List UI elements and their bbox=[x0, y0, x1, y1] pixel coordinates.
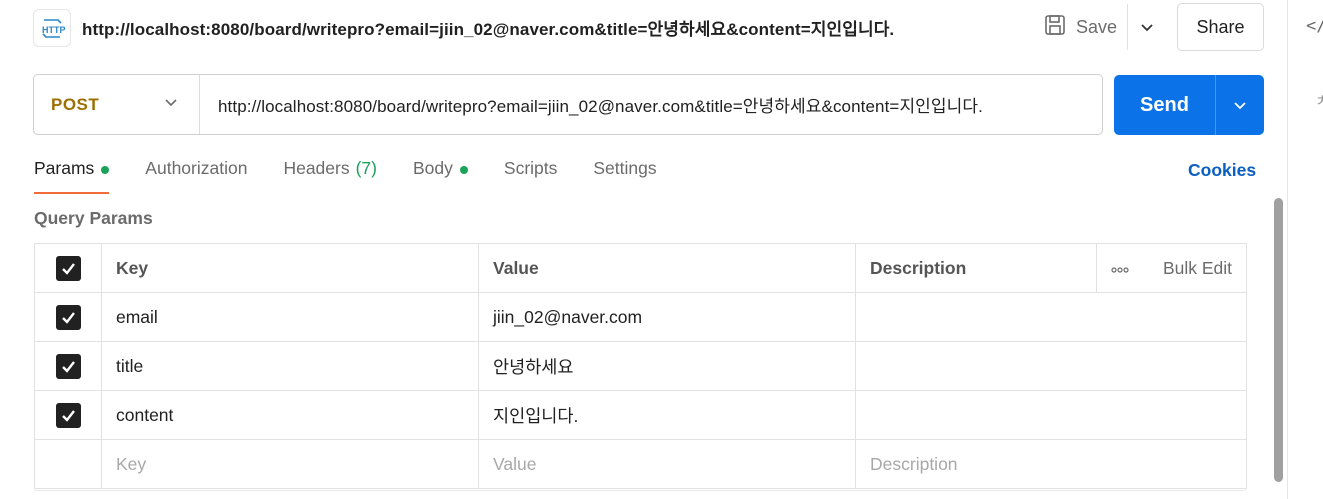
save-label: Save bbox=[1076, 16, 1118, 37]
save-icon bbox=[1044, 14, 1066, 41]
empty-checkbox-cell bbox=[34, 439, 102, 489]
tab-scripts[interactable]: Scripts bbox=[504, 158, 557, 194]
table-header-row: Key Value Description Bulk Edit bbox=[34, 243, 1247, 293]
tab-settings[interactable]: Settings bbox=[593, 158, 656, 194]
tab-label: Scripts bbox=[503, 158, 558, 178]
url-input[interactable]: http://localhost:8080/board/writepro?ema… bbox=[200, 92, 983, 117]
http-icon: HTTP bbox=[33, 9, 71, 47]
status-dot bbox=[459, 166, 468, 174]
bulk-edit-link[interactable]: Bulk Edit bbox=[1163, 258, 1232, 279]
row-checkbox[interactable] bbox=[55, 402, 81, 428]
vertical-scrollbar[interactable] bbox=[1274, 198, 1283, 482]
new-value-input[interactable]: Value bbox=[478, 439, 856, 489]
request-tabs: Params Authorization Headers (7) Body Scr… bbox=[34, 158, 693, 194]
tab-label: Body bbox=[413, 158, 453, 178]
tab-label: Headers bbox=[283, 158, 350, 178]
tab-label: Settings bbox=[593, 158, 657, 178]
more-options-icon[interactable] bbox=[1111, 258, 1129, 279]
svg-text:HTTP: HTTP bbox=[42, 25, 66, 35]
table-row: email jiin_02@naver.com bbox=[34, 292, 1247, 342]
method-label: POST bbox=[51, 94, 100, 114]
value-column-header: Value bbox=[478, 243, 856, 293]
send-options-chevron-down-icon[interactable] bbox=[1216, 75, 1264, 135]
table-row: content 지인입니다. bbox=[34, 390, 1247, 440]
request-title[interactable]: http://localhost:8080/board/writepro?ema… bbox=[82, 15, 894, 40]
tab-params[interactable]: Params bbox=[34, 158, 110, 194]
row-checkbox-cell bbox=[34, 292, 102, 342]
method-select[interactable]: POST bbox=[34, 75, 200, 134]
tab-label: Authorization bbox=[145, 158, 248, 178]
table-row: title 안녕하세요 bbox=[34, 341, 1247, 391]
param-description[interactable] bbox=[855, 292, 1247, 342]
tab-label: Params bbox=[34, 158, 95, 178]
param-value[interactable]: 지인입니다. bbox=[478, 390, 856, 440]
cookies-link[interactable]: Cookies bbox=[1188, 160, 1256, 181]
divider bbox=[34, 490, 1246, 491]
chevron-down-icon bbox=[163, 94, 179, 115]
row-checkbox[interactable] bbox=[55, 304, 81, 330]
param-key[interactable]: content bbox=[101, 390, 479, 440]
row-checkbox[interactable] bbox=[55, 353, 81, 379]
row-checkbox-cell bbox=[34, 341, 102, 391]
query-params-title: Query Params bbox=[34, 208, 153, 228]
bulk-edit-cell: Bulk Edit bbox=[1096, 243, 1247, 293]
new-description-input[interactable]: Description bbox=[855, 439, 1247, 489]
right-panel-border bbox=[1287, 0, 1288, 499]
select-all-cell bbox=[34, 243, 102, 293]
tab-body[interactable]: Body bbox=[413, 158, 468, 194]
status-dot bbox=[101, 166, 110, 174]
send-button-group: Send bbox=[1114, 75, 1264, 135]
save-button[interactable]: Save bbox=[1036, 8, 1125, 46]
param-key[interactable]: title bbox=[101, 341, 479, 391]
right-panel-label: ㅊ bbox=[1315, 93, 1323, 110]
new-key-input[interactable]: Key bbox=[101, 439, 479, 489]
url-bar: POST http://localhost:8080/board/writepr… bbox=[33, 74, 1103, 135]
code-icon[interactable]: </ bbox=[1306, 16, 1323, 36]
description-column-header: Description bbox=[855, 243, 1097, 293]
param-key[interactable]: email bbox=[101, 292, 479, 342]
param-description[interactable] bbox=[855, 341, 1247, 391]
tab-headers[interactable]: Headers (7) bbox=[283, 158, 377, 194]
save-options-chevron-down-icon[interactable] bbox=[1134, 14, 1160, 40]
query-params-table: Key Value Description Bulk Edit email ji… bbox=[34, 243, 1247, 489]
key-column-header: Key bbox=[101, 243, 479, 293]
param-value[interactable]: 안녕하세요 bbox=[478, 341, 856, 391]
select-all-checkbox[interactable] bbox=[55, 255, 81, 281]
param-description[interactable] bbox=[855, 390, 1247, 440]
save-divider bbox=[1127, 4, 1128, 50]
param-value[interactable]: jiin_02@naver.com bbox=[478, 292, 856, 342]
share-button[interactable]: Share bbox=[1177, 3, 1264, 51]
new-param-row: Key Value Description bbox=[34, 439, 1247, 489]
headers-count: (7) bbox=[355, 158, 377, 178]
send-button[interactable]: Send bbox=[1114, 75, 1215, 135]
row-checkbox-cell bbox=[34, 390, 102, 440]
tab-authorization[interactable]: Authorization bbox=[145, 158, 247, 194]
